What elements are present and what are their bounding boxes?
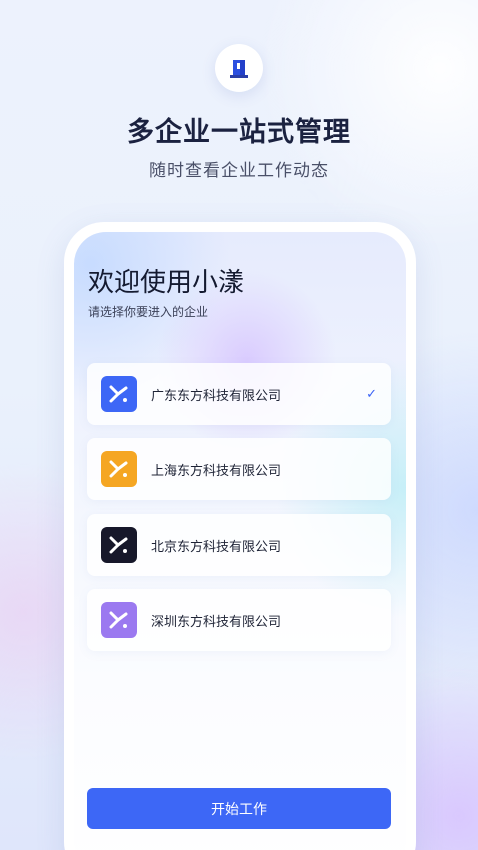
check-icon: ✓ (366, 386, 377, 402)
company-item-shenzhen[interactable]: 深圳东方科技有限公司 (87, 589, 391, 651)
company-item-guangdong[interactable]: 广东东方科技有限公司 ✓ (87, 363, 391, 425)
company-item-shanghai[interactable]: 上海东方科技有限公司 (87, 438, 391, 500)
select-prompt: 请选择你要进入的企业 (88, 305, 209, 319)
building-icon (230, 60, 248, 78)
company-name: 广东东方科技有限公司 (151, 388, 282, 404)
company-logo-icon (101, 602, 137, 638)
app-badge (215, 44, 263, 92)
company-item-beijing[interactable]: 北京东方科技有限公司 (87, 514, 391, 576)
company-logo-icon (101, 451, 137, 487)
page-subtitle: 随时查看企业工作动态 (149, 161, 329, 181)
page-title: 多企业一站式管理 (127, 117, 351, 148)
company-logo-icon (101, 376, 137, 412)
company-name: 上海东方科技有限公司 (151, 463, 282, 479)
start-work-button[interactable]: 开始工作 (87, 788, 391, 829)
welcome-title: 欢迎使用小漾 (88, 268, 245, 298)
company-name: 北京东方科技有限公司 (151, 539, 282, 555)
company-logo-icon (101, 527, 137, 563)
company-name: 深圳东方科技有限公司 (151, 614, 282, 630)
phone-screen: 欢迎使用小漾 请选择你要进入的企业 广东东方科技有限公司 ✓ 上海东方科技有限公… (74, 232, 406, 850)
